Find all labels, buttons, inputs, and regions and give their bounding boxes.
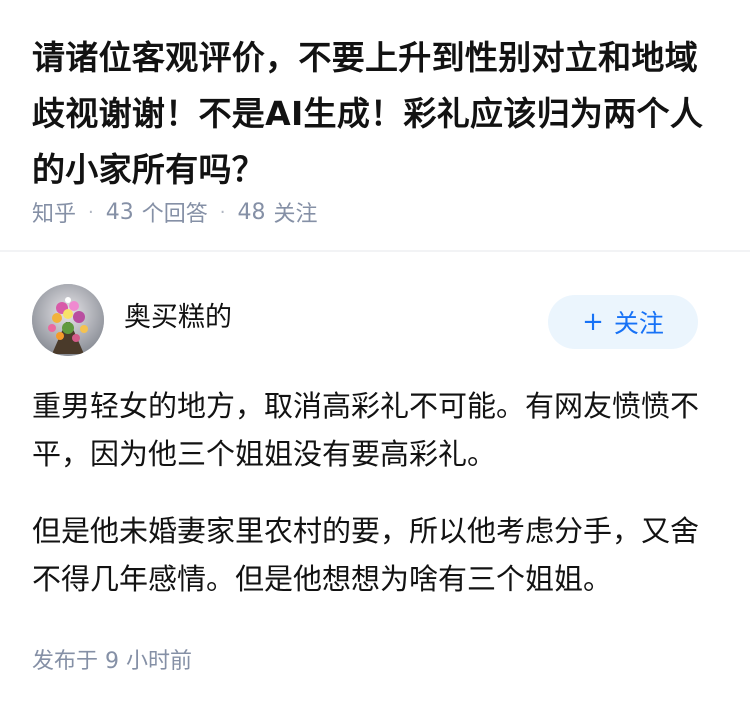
- follow-button[interactable]: + 关注: [548, 295, 698, 349]
- answer-card: 奥买糕的 + 关注 重男轻女的地方，取消高彩礼不可能。有网友愤愤不平，因为他三个…: [0, 252, 750, 714]
- author-name[interactable]: 奥买糕的: [124, 300, 232, 336]
- answer-content[interactable]: 重男轻女的地方，取消高彩礼不可能。有网友愤愤不平，因为他三个姐姐没有要高彩礼。 …: [32, 382, 712, 632]
- answers-count: 43: [105, 199, 134, 225]
- question-header: 请诸位客观评价，不要上升到性别对立和地域歧视谢谢！不是AI生成！彩礼应该归为两个…: [0, 0, 750, 250]
- answers-label: 个回答: [141, 202, 208, 227]
- flower-bouquet-icon: [32, 284, 104, 356]
- question-title[interactable]: 请诸位客观评价，不要上升到性别对立和地域歧视谢谢！不是AI生成！彩礼应该归为两个…: [32, 30, 722, 198]
- source-label[interactable]: 知乎: [32, 196, 76, 228]
- answer-paragraph: 重男轻女的地方，取消高彩礼不可能。有网友愤愤不平，因为他三个姐姐没有要高彩礼。: [32, 389, 700, 471]
- question-meta: 知乎 · 43 个回答 · 48 关注: [32, 196, 318, 228]
- separator-dot: ·: [219, 201, 226, 223]
- published-time: 发布于 9 小时前: [32, 649, 192, 674]
- follow-button-label: 关注: [613, 309, 664, 338]
- answer-paragraph: 但是他未婚妻家里农村的要，所以他考虑分手，又舍不得几年感情。但是他想想为啥有三个…: [32, 514, 700, 596]
- followers-label: 关注: [273, 202, 318, 227]
- plus-icon: +: [582, 307, 604, 337]
- separator-dot: ·: [88, 201, 94, 223]
- avatar[interactable]: [32, 284, 104, 356]
- followers-count: 48: [237, 199, 266, 225]
